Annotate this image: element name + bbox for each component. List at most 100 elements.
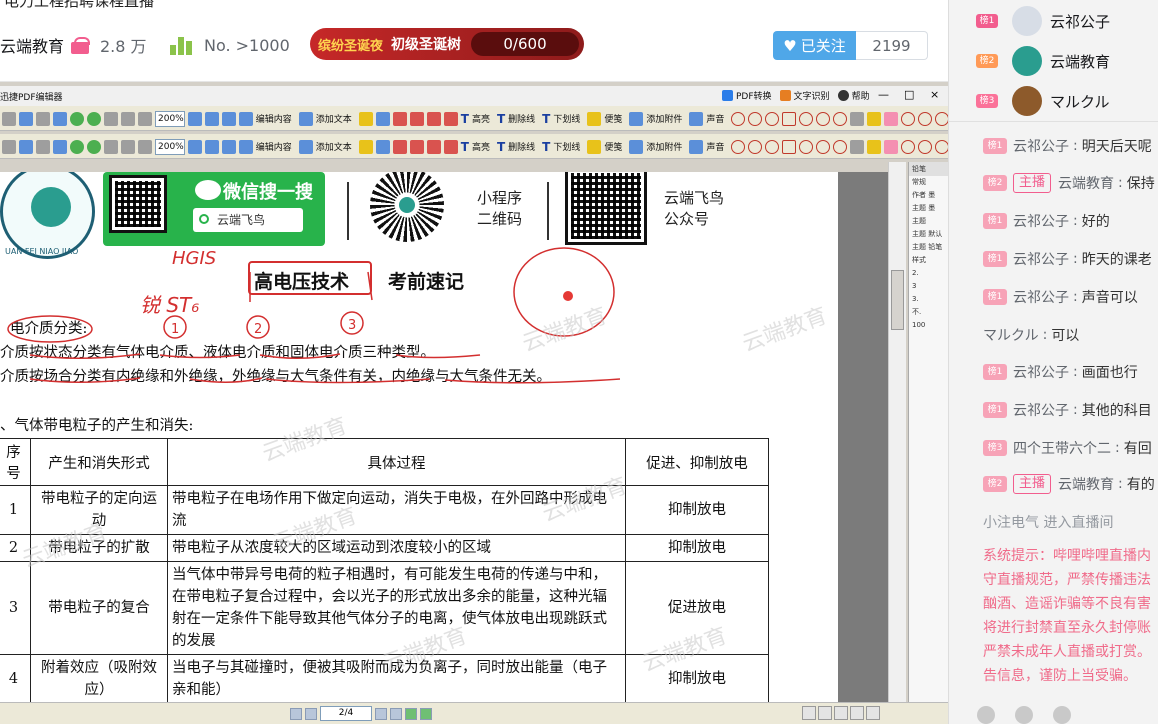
delete-page-icon[interactable] xyxy=(443,111,458,126)
top-gifter-2[interactable]: 榜2 云端教育 xyxy=(949,41,1158,81)
list-item[interactable]: マルクル: 可以 xyxy=(983,325,1079,345)
shape-measure-icon[interactable] xyxy=(918,111,933,126)
sender-name[interactable]: 云祁公子 xyxy=(1013,136,1069,156)
edit-content-label[interactable]: 编辑内容 xyxy=(256,112,292,125)
minimize-button[interactable]: — xyxy=(878,88,889,101)
panel-row[interactable]: 主题 墨 xyxy=(909,202,948,215)
follow-button[interactable]: ♥ 已关注 xyxy=(773,31,856,60)
add-text-label-2[interactable]: 添加文本 xyxy=(316,140,352,153)
continuous-icon[interactable] xyxy=(818,706,832,720)
emoji-icon[interactable] xyxy=(977,706,995,724)
pencil-tool-icon[interactable] xyxy=(867,111,882,126)
ellipse-tool-icon-2[interactable] xyxy=(765,139,780,154)
sender-name[interactable]: マルクル xyxy=(983,325,1039,345)
top-gifter-1[interactable]: 榜1 云祁公子 xyxy=(949,1,1158,41)
sender-name[interactable]: 云端教育 xyxy=(1058,474,1114,494)
christmas-banner[interactable]: 缤纷圣诞夜 初级圣诞树 0/600 xyxy=(310,28,584,60)
line-tool-icon-2[interactable] xyxy=(731,139,746,154)
add-text-label[interactable]: 添加文本 xyxy=(316,112,352,125)
rank-stat[interactable]: No. >1000 xyxy=(170,30,290,60)
sender-name[interactable]: 四个王带六个二 xyxy=(1013,438,1111,458)
sender-name[interactable]: 云祁公子 xyxy=(1013,287,1069,307)
panel-row[interactable]: 2. xyxy=(909,267,948,280)
gift-tool-icon[interactable] xyxy=(1015,706,1033,724)
attach-label[interactable]: 添加附件 xyxy=(646,112,682,125)
polyline-tool-icon[interactable] xyxy=(833,111,848,126)
panel-row[interactable]: 3. xyxy=(909,293,948,306)
snapshot-icon[interactable] xyxy=(36,111,50,126)
fit-width-icon-2[interactable] xyxy=(121,139,135,154)
area-measure-icon[interactable] xyxy=(901,111,916,126)
attach-label-2[interactable]: 添加附件 xyxy=(646,140,682,153)
cloud-tool-icon[interactable] xyxy=(799,111,814,126)
fit-page-icon[interactable] xyxy=(104,111,118,126)
stamp-icon-2[interactable] xyxy=(375,139,390,154)
crop-icon-2[interactable] xyxy=(392,139,407,154)
next-page-icon[interactable] xyxy=(375,707,387,720)
add-text-icon[interactable] xyxy=(298,111,313,126)
redo-icon-2[interactable] xyxy=(87,139,101,154)
maximize-button[interactable]: □ xyxy=(904,88,914,101)
strikeout-label[interactable]: 删除线 xyxy=(508,112,535,125)
zoom-select-2[interactable]: 200% xyxy=(155,138,185,155)
panel-row[interactable]: 主题 铅笔 xyxy=(909,241,948,254)
insert-page-icon[interactable] xyxy=(426,111,441,126)
note-label-2[interactable]: 便笺 xyxy=(604,140,622,153)
underline-label[interactable]: 下划线 xyxy=(553,112,580,125)
vertical-scrollbar[interactable] xyxy=(888,162,906,702)
panel-row[interactable]: 常规 xyxy=(909,176,948,189)
polygon-tool-icon[interactable] xyxy=(816,111,831,126)
panel-row[interactable]: 不. xyxy=(909,306,948,319)
underline-label-2[interactable]: 下划线 xyxy=(553,140,580,153)
cover-icon[interactable] xyxy=(850,706,864,720)
list-item[interactable]: 榜1 云祁公子: 其他的科目 xyxy=(983,400,1152,420)
list-item[interactable]: 榜2 主播 云端教育: 有的 xyxy=(983,474,1155,494)
extract-icon-2[interactable] xyxy=(409,139,424,154)
sender-name[interactable]: 云祁公子 xyxy=(1013,400,1069,420)
select-tool-icon[interactable] xyxy=(19,111,33,126)
zoom-in-icon-2[interactable] xyxy=(204,139,219,154)
highlight-label[interactable]: 高亮 xyxy=(472,112,490,125)
polygon-tool-icon-2[interactable] xyxy=(816,139,831,154)
full-screen-icon[interactable] xyxy=(866,706,880,720)
line-tool-icon[interactable] xyxy=(731,111,746,126)
top-gifter-3[interactable]: 榜3 マルクル xyxy=(949,81,1158,121)
close-button[interactable]: × xyxy=(930,88,939,101)
edit-content-label-2[interactable]: 编辑内容 xyxy=(256,140,292,153)
list-item[interactable]: 榜1 云祁公子: 明天后天呢 xyxy=(983,136,1152,156)
sign-icon[interactable] xyxy=(358,111,373,126)
rectangle-tool-icon[interactable] xyxy=(782,111,797,126)
single-page-icon[interactable] xyxy=(802,706,816,720)
list-item[interactable]: 榜1 云祁公子: 画面也行 xyxy=(983,362,1138,382)
undo-icon-2[interactable] xyxy=(70,139,84,154)
page-indicator[interactable]: 2/4 xyxy=(320,706,372,721)
sound-icon[interactable] xyxy=(689,111,704,126)
menu-help[interactable]: 帮助 xyxy=(837,89,870,102)
sound-icon-2[interactable] xyxy=(689,139,704,154)
owner-name[interactable]: 云端教育 xyxy=(0,30,64,60)
area-measure-icon-2[interactable] xyxy=(901,139,916,154)
edit-content-icon[interactable] xyxy=(238,111,253,126)
zoom-tool-icon[interactable] xyxy=(187,111,202,126)
note-label[interactable]: 便笺 xyxy=(604,112,622,125)
panel-row[interactable]: 样式 xyxy=(909,254,948,267)
list-item[interactable]: 榜1 云祁公子: 昨天的课老 xyxy=(983,249,1152,269)
menu-pdf-convert[interactable]: PDF转换 xyxy=(722,89,772,102)
eraser-icon[interactable] xyxy=(884,111,899,126)
stamp-person-icon-2[interactable] xyxy=(850,139,865,154)
cloud-tool-icon-2[interactable] xyxy=(799,139,814,154)
strikeout-label-2[interactable]: 删除线 xyxy=(508,140,535,153)
zoom-out-icon[interactable] xyxy=(221,111,236,126)
sender-name[interactable]: 云祁公子 xyxy=(1013,211,1069,231)
note-icon-2[interactable] xyxy=(587,139,602,154)
forward-icon[interactable] xyxy=(420,707,432,720)
extract-icon[interactable] xyxy=(409,111,424,126)
list-item[interactable]: 榜3 四个王带六个二: 有回 xyxy=(983,438,1152,458)
stamp-person-icon[interactable] xyxy=(850,111,865,126)
settings-icon[interactable] xyxy=(1053,706,1071,724)
zoom-in-icon[interactable] xyxy=(204,111,219,126)
pencil-tool-icon-2[interactable] xyxy=(867,139,882,154)
snapshot-icon-2[interactable] xyxy=(36,139,50,154)
panel-row[interactable]: 作者 墨 xyxy=(909,189,948,202)
sender-name[interactable]: 云祁公子 xyxy=(1013,249,1069,269)
